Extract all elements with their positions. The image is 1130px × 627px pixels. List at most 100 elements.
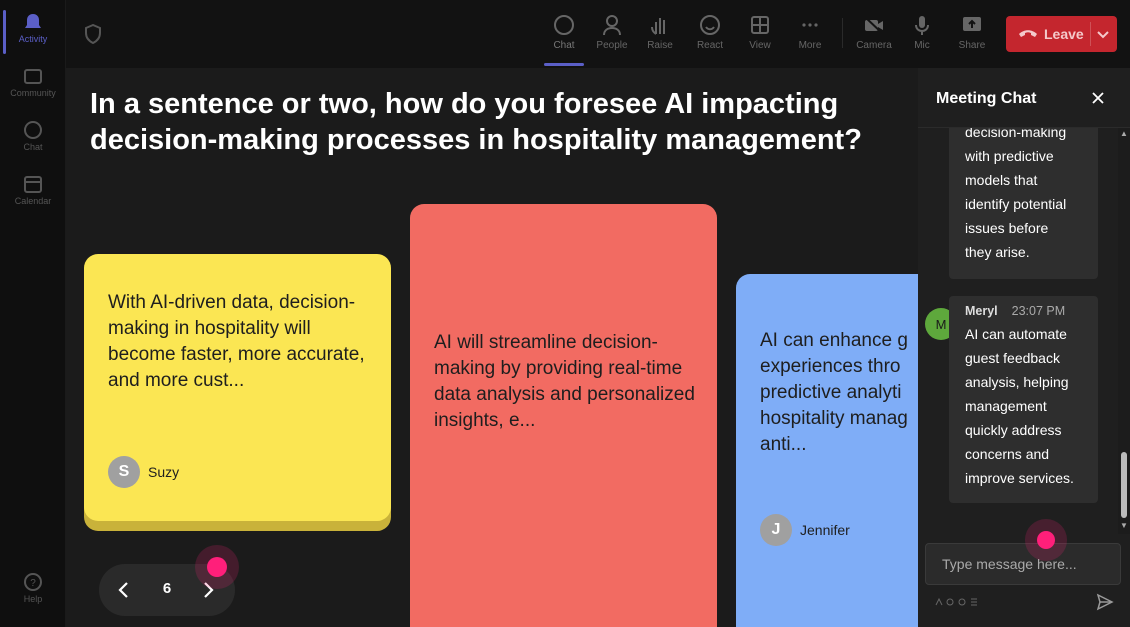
chat-icon — [554, 15, 574, 35]
calendar-icon — [24, 176, 42, 193]
page-number: 6 — [162, 580, 172, 597]
response-text-line: experiences thro — [760, 356, 901, 377]
response-author: S Suzy — [108, 456, 179, 488]
chevron-right-icon[interactable] — [201, 580, 215, 600]
author-name: Jennifer — [800, 522, 850, 538]
more-button[interactable]: More — [788, 10, 832, 60]
share-button[interactable]: Share — [950, 10, 994, 60]
question-title: In a sentence or two, how do you foresee… — [90, 88, 862, 156]
chevron-down-icon[interactable] — [1096, 28, 1110, 40]
response-text-line: AI can enhance g — [760, 330, 908, 351]
presentation-stage: In a sentence or two, how do you foresee… — [66, 68, 918, 627]
message-line: they arise. — [965, 244, 1030, 260]
mic-button[interactable]: Mic — [900, 10, 944, 60]
help-icon: ? — [24, 573, 42, 591]
response-author: J Jennifer — [760, 514, 850, 546]
rail-item-community[interactable]: Community — [0, 66, 66, 98]
scroll-down-icon[interactable]: ▼ — [1120, 522, 1128, 530]
camera-button[interactable]: Camera — [852, 10, 896, 60]
message-line: concerns and — [965, 446, 1050, 462]
leave-button[interactable]: Leave — [1006, 16, 1117, 52]
shield-icon[interactable] — [84, 24, 102, 44]
message-author: Meryl — [965, 304, 998, 318]
message-line: analysis, helping — [965, 374, 1069, 390]
raise-hand-button[interactable]: Raise — [638, 10, 682, 60]
mic-button-label: Mic — [914, 40, 930, 51]
message-line: models that — [965, 172, 1038, 188]
message-line: guest feedback — [965, 350, 1060, 366]
more-button-label: More — [798, 40, 822, 51]
rail-label-calendar: Calendar — [14, 196, 52, 206]
message-line: management — [965, 398, 1047, 414]
meeting-toolbar: Chat People Raise React View More Camera… — [66, 0, 1130, 68]
message-line: with predictive — [965, 148, 1054, 164]
scroll-up-icon[interactable]: ▲ — [1120, 130, 1128, 138]
rail-label-chat: Chat — [23, 142, 43, 152]
chevron-left-icon[interactable] — [117, 580, 131, 600]
chat-title: Meeting Chat — [936, 90, 1037, 107]
view-button-label: View — [749, 40, 771, 51]
people-button-label: People — [596, 40, 628, 51]
people-button[interactable]: People — [590, 10, 634, 60]
response-text: AI can enhance g experiences thro predic… — [760, 328, 918, 458]
grid-icon — [751, 16, 769, 34]
close-icon[interactable] — [1090, 90, 1106, 106]
camera-button-label: Camera — [856, 40, 892, 51]
response-card[interactable]: AI will streamline decision-making by pr… — [410, 204, 717, 627]
chat-message: Meryl 23:07 PM AI can automate guest fee… — [949, 296, 1098, 503]
format-icons[interactable] — [935, 597, 985, 607]
chat-icon — [24, 121, 42, 139]
rail-item-chat[interactable]: Chat — [0, 120, 66, 152]
toolbar-divider — [842, 18, 843, 48]
author-name: Suzy — [148, 464, 180, 480]
chat-message: decision-making with predictive models t… — [949, 128, 1098, 279]
message-line: decision-making — [965, 128, 1067, 140]
rail-item-calendar[interactable]: Calendar — [0, 174, 66, 206]
message-line: AI can automate — [965, 326, 1067, 342]
response-text-line: predictive analyti — [760, 382, 902, 403]
cursor-indicator — [207, 557, 227, 577]
message-line: quickly address — [965, 422, 1062, 438]
send-icon[interactable] — [1096, 593, 1114, 611]
avatar: S — [108, 456, 140, 488]
smiley-icon — [700, 15, 720, 35]
more-dots-icon — [802, 23, 818, 27]
response-card[interactable]: With AI-driven data, decision-making in … — [84, 254, 391, 521]
message-time: 23:07 PM — [1011, 304, 1066, 318]
meeting-chat-panel: Meeting Chat decision-making with predic… — [918, 68, 1130, 627]
cursor-indicator — [1037, 531, 1055, 549]
chat-scrollbar[interactable]: ▲ ▼ — [1118, 128, 1130, 534]
view-button[interactable]: View — [738, 10, 782, 60]
mic-icon — [915, 16, 929, 35]
chat-header: Meeting Chat — [918, 68, 1130, 128]
share-button-label: Share — [958, 40, 986, 51]
rail-label-community: Community — [10, 88, 56, 98]
react-button-label: React — [696, 40, 724, 51]
react-button[interactable]: React — [688, 10, 732, 60]
app-rail: Activity Community Chat Calendar ? Help — [0, 0, 66, 627]
community-icon — [24, 69, 42, 84]
format-options[interactable] — [935, 597, 985, 609]
message-line: identify potential — [965, 196, 1067, 212]
avatar: J — [760, 514, 792, 546]
scrollbar-thumb[interactable] — [1121, 452, 1127, 518]
message-input[interactable] — [926, 544, 1120, 584]
svg-text:?: ? — [30, 578, 36, 589]
share-icon — [963, 17, 981, 31]
response-card[interactable]: AI can enhance g experiences thro predic… — [736, 274, 918, 627]
rail-label-help: Help — [23, 594, 43, 604]
chat-message-list: decision-making with predictive models t… — [918, 128, 1118, 538]
rail-item-help[interactable]: ? Help — [0, 572, 66, 604]
people-icon — [603, 15, 621, 36]
message-meta: Meryl 23:07 PM — [965, 300, 1082, 322]
response-text-line: hospitality manag — [760, 408, 908, 429]
rail-label-activity: Activity — [18, 34, 48, 44]
chat-button[interactable]: Chat — [542, 10, 586, 66]
bell-icon — [25, 14, 41, 28]
message-line: issues before — [965, 220, 1049, 236]
rail-item-activity[interactable]: Activity — [0, 10, 66, 54]
phone-hangup-icon — [1019, 30, 1037, 37]
message-compose[interactable] — [925, 543, 1121, 585]
avatar-initial: M — [935, 316, 947, 332]
leave-button-label: Leave — [1044, 26, 1084, 42]
